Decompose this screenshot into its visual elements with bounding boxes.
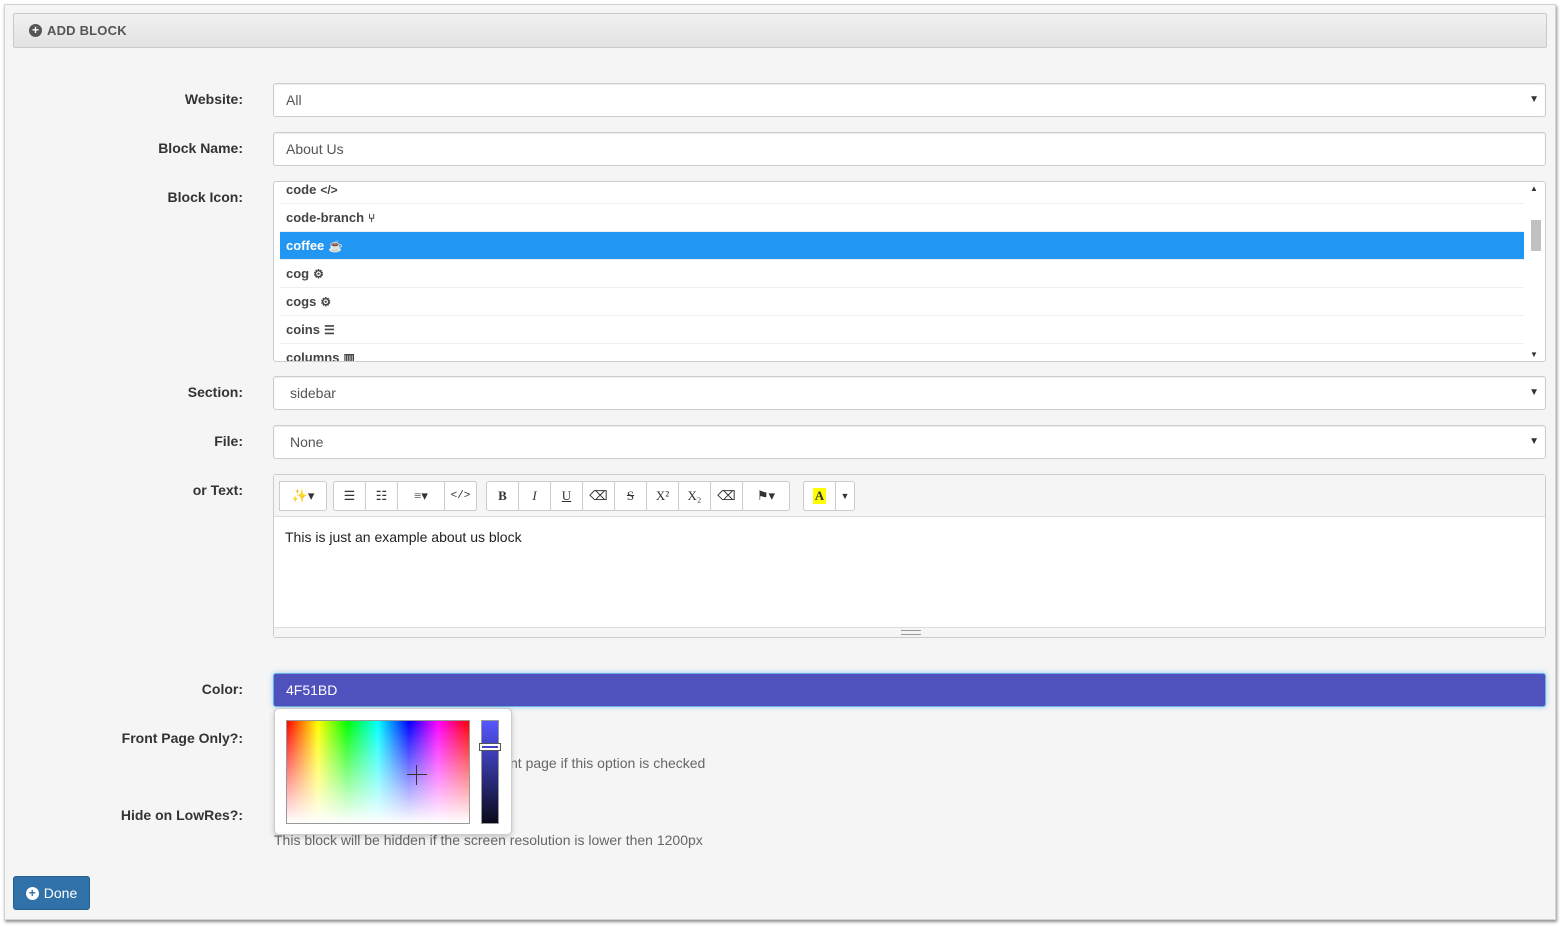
text-label: or Text: (192, 482, 243, 498)
block-icon-list[interactable]: code </> code-branch ⑂ coffee ☕ cog ⚙ co… (273, 181, 1546, 362)
website-value: All (286, 92, 302, 108)
highlight-color-button[interactable]: A (803, 481, 836, 511)
crosshair-icon[interactable] (407, 765, 427, 785)
hide-lowres-label: Hide on LowRes?: (120, 807, 243, 823)
flag-icon: ⚑▾ (756, 488, 776, 503)
color-label: Color: (201, 681, 243, 697)
style-group: ✨▾ (279, 481, 327, 511)
format-group: B I U ⌫ S X² X₂ ⌫ ⚑▾ (486, 481, 790, 511)
magic-wand-icon: ✨▾ (291, 488, 315, 503)
underline-button[interactable]: U (550, 481, 583, 511)
block-name-input[interactable]: About Us (273, 132, 1546, 166)
clear-format-button[interactable]: ⌫ (582, 481, 615, 511)
saturation-area[interactable] (286, 720, 470, 824)
code-branch-icon: ⑂ (368, 210, 376, 225)
done-label: Done (43, 885, 78, 901)
section-value: sidebar (290, 385, 336, 401)
align-button[interactable]: ≡▾ (397, 481, 445, 511)
icon-option-code-branch[interactable]: code-branch ⑂ (280, 204, 1524, 232)
panel-title: ADD BLOCK (47, 23, 127, 38)
file-label: File: (214, 433, 243, 449)
section-select[interactable]: sidebar ▼ (273, 376, 1546, 410)
list-group: ☰ ☷ ≡▾ </> (333, 481, 477, 511)
icon-option-cogs[interactable]: cogs ⚙ (280, 288, 1524, 316)
file-select[interactable]: None ▼ (273, 425, 1546, 459)
panel-header: + ADD BLOCK (13, 13, 1547, 48)
flag-button[interactable]: ⚑▾ (742, 481, 790, 511)
coffee-icon: ☕ (328, 238, 344, 253)
remove-format-button[interactable]: ⌫ (710, 481, 743, 511)
plus-circle-icon: + (29, 24, 42, 37)
ordered-list-button[interactable]: ☷ (365, 481, 398, 511)
coins-icon: ☰ (323, 322, 335, 337)
chevron-down-icon: ▼ (1529, 436, 1539, 447)
cogs-icon: ⚙ (320, 294, 332, 309)
eraser-icon: ⌫ (717, 488, 736, 503)
block-name-value: About Us (286, 141, 344, 157)
grip-icon (901, 630, 921, 635)
icon-option-code[interactable]: code </> (280, 182, 1524, 204)
caret-down-icon: ▼ (840, 491, 850, 501)
block-name-label: Block Name: (158, 140, 243, 156)
unordered-list-button[interactable]: ☰ (333, 481, 366, 511)
bold-button[interactable]: B (486, 481, 519, 511)
color-value: 4F51BD (286, 682, 338, 698)
file-value: None (290, 434, 324, 450)
color-dropdown-button[interactable]: ▼ (835, 481, 855, 511)
done-button[interactable]: + Done (13, 876, 90, 910)
icon-option-coffee[interactable]: coffee ☕ (280, 232, 1524, 260)
scroll-down-icon[interactable]: ▼ (1530, 350, 1538, 359)
code-view-button[interactable]: </> (444, 481, 477, 511)
brightness-slider[interactable] (479, 720, 501, 824)
chevron-down-icon: ▼ (1529, 94, 1539, 105)
icon-option-coins[interactable]: coins ☰ (280, 316, 1524, 344)
chevron-down-icon: ▼ (1529, 387, 1539, 398)
list-ul-icon: ☰ (343, 488, 356, 503)
color-group: A ▼ (803, 481, 855, 511)
magic-style-button[interactable]: ✨▾ (279, 481, 327, 511)
subscript-button[interactable]: X₂ (678, 481, 711, 511)
icon-option-cog[interactable]: cog ⚙ (280, 260, 1524, 288)
editor-content[interactable]: This is just an example about us block (285, 529, 522, 545)
scrollbar-thumb[interactable] (1531, 220, 1541, 251)
strikethrough-button[interactable]: S (614, 481, 647, 511)
align-left-icon: ≡▾ (414, 488, 428, 503)
italic-button[interactable]: I (518, 481, 551, 511)
text-editor[interactable]: ✨▾ ☰ ☷ ≡▾ </> B I U ⌫ S X² X₂ ⌫ ⚑▾ A ▼ T… (273, 474, 1546, 638)
section-label: Section: (187, 384, 243, 400)
plus-circle-icon: + (25, 886, 39, 900)
cog-icon: ⚙ (313, 266, 324, 281)
code-icon: </> (450, 490, 471, 502)
color-input[interactable]: 4F51BD (273, 673, 1546, 707)
list-ol-icon: ☷ (375, 488, 388, 503)
editor-resize-handle[interactable] (274, 627, 1545, 637)
website-label: Website: (184, 91, 243, 107)
editor-toolbar: ✨▾ ☰ ☷ ≡▾ </> B I U ⌫ S X² X₂ ⌫ ⚑▾ A ▼ (274, 475, 1545, 517)
code-icon: </> (320, 182, 338, 197)
block-icon-label: Block Icon: (167, 189, 243, 205)
color-picker-popup[interactable] (274, 708, 512, 835)
columns-icon: ▥ (343, 350, 355, 362)
superscript-button[interactable]: X² (646, 481, 679, 511)
icon-list-scrollbar[interactable]: ▲ ▼ (1525, 182, 1545, 361)
icon-option-columns[interactable]: columns ▥ (280, 344, 1524, 362)
front-page-label: Front Page Only?: (121, 730, 243, 746)
front-page-help: nt page if this option is checked (510, 755, 706, 771)
slider-handle[interactable] (479, 743, 501, 751)
scroll-up-icon[interactable]: ▲ (1530, 184, 1538, 193)
website-select[interactable]: All ▼ (273, 83, 1546, 117)
eraser-icon: ⌫ (589, 488, 608, 503)
